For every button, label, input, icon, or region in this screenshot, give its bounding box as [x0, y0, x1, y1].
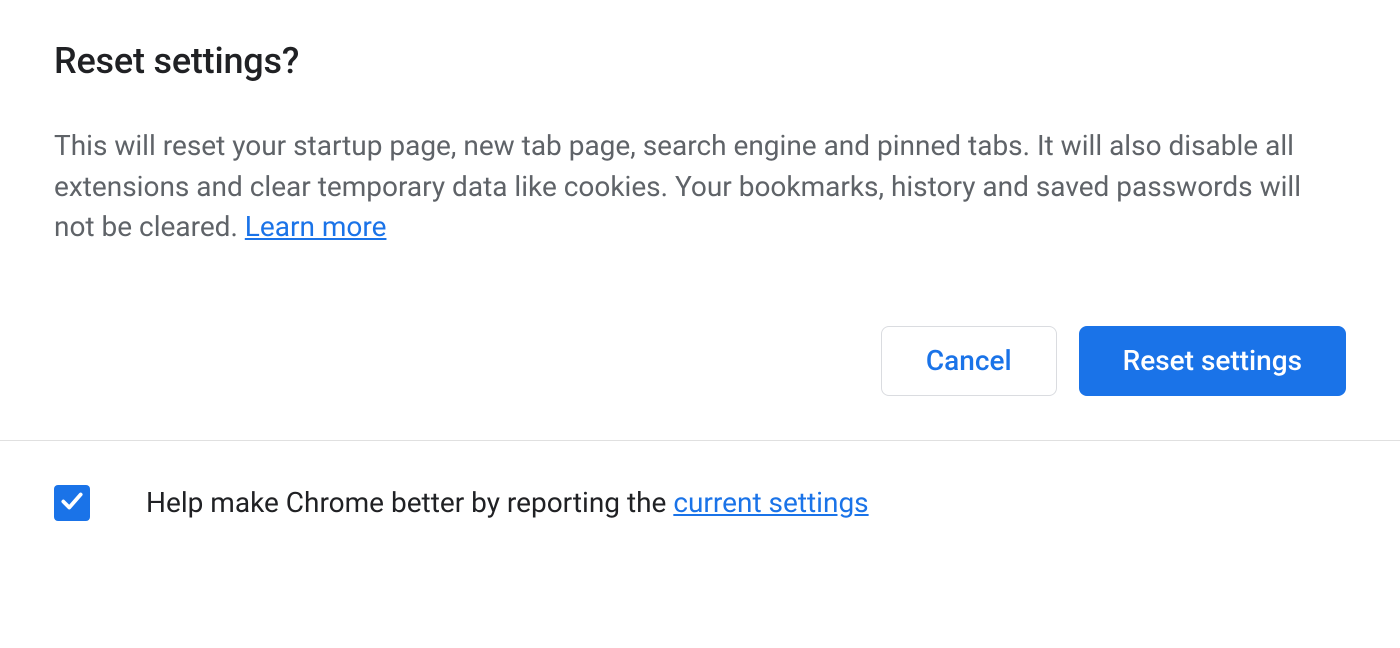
cancel-button[interactable]: Cancel [881, 326, 1057, 396]
dialog-title: Reset settings? [54, 40, 1346, 82]
footer-text-before: Help make Chrome better by reporting the [146, 486, 673, 519]
learn-more-link[interactable]: Learn more [245, 210, 387, 243]
dialog-body-text: This will reset your startup page, new t… [54, 129, 1301, 243]
checkmark-icon [59, 488, 85, 518]
current-settings-link[interactable]: current settings [673, 486, 868, 519]
footer-text: Help make Chrome better by reporting the… [146, 486, 869, 519]
reset-settings-dialog: Reset settings? This will reset your sta… [0, 0, 1400, 440]
report-settings-checkbox[interactable] [54, 485, 90, 521]
dialog-footer: Help make Chrome better by reporting the… [0, 441, 1400, 565]
dialog-description: This will reset your startup page, new t… [54, 126, 1346, 248]
reset-settings-button[interactable]: Reset settings [1079, 326, 1346, 396]
dialog-button-row: Cancel Reset settings [54, 326, 1346, 440]
